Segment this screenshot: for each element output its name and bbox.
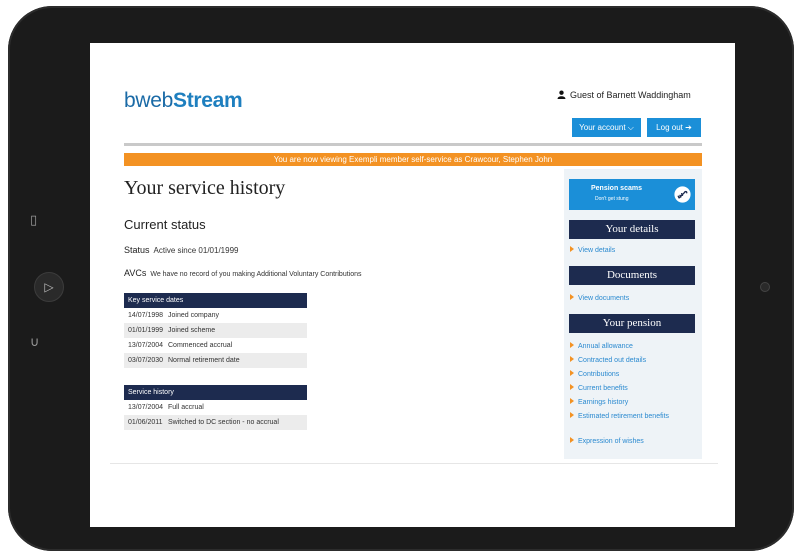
arrow-right-icon bbox=[570, 412, 574, 418]
view-details-label: View details bbox=[578, 247, 616, 254]
row-date: 13/07/2004 bbox=[128, 342, 164, 349]
view-documents-label: View documents bbox=[578, 295, 630, 302]
status-value: Active since 01/01/1999 bbox=[153, 246, 239, 255]
row-event: Joined scheme bbox=[168, 327, 216, 334]
contracted-out-link[interactable]: Contracted out details bbox=[570, 356, 646, 364]
log-out-label: Log out bbox=[656, 123, 683, 132]
page-title: Your service history bbox=[124, 177, 286, 199]
link-label: Contributions bbox=[578, 371, 620, 378]
link-label: Expression of wishes bbox=[578, 438, 644, 445]
content-divider bbox=[110, 463, 718, 464]
row-date: 14/07/1998 bbox=[128, 312, 164, 319]
your-details-heading: Your details bbox=[569, 220, 695, 239]
table-row: 01/01/1999 Joined scheme bbox=[124, 323, 307, 338]
row-date: 01/01/1999 bbox=[128, 327, 164, 334]
contributions-link[interactable]: Contributions bbox=[570, 370, 619, 378]
table-row: 01/06/2011 Switched to DC section - no ac… bbox=[124, 415, 307, 430]
back-icon: ∪ bbox=[30, 335, 40, 350]
sidebar: Pension scams Don't get stung Your detai… bbox=[564, 169, 702, 459]
logo-part2: Stream bbox=[173, 89, 243, 112]
phone-icon: ▯ bbox=[30, 213, 38, 228]
expression-of-wishes-link[interactable]: Expression of wishes bbox=[570, 437, 644, 445]
arrow-right-icon bbox=[570, 437, 574, 443]
row-date: 01/06/2011 bbox=[128, 419, 163, 426]
impersonation-banner: You are now viewing Exempli member self-… bbox=[124, 153, 702, 166]
row-date: 03/07/2030 bbox=[128, 357, 164, 364]
header-divider bbox=[124, 143, 702, 146]
key-service-dates-table: Key service dates 14/07/1998 Joined compa… bbox=[124, 293, 307, 368]
estimated-retirement-link[interactable]: Estimated retirement benefits bbox=[570, 412, 690, 421]
link-label: Contracted out details bbox=[578, 357, 647, 364]
home-button[interactable]: ▷ bbox=[34, 272, 64, 302]
link-label: Annual allowance bbox=[578, 343, 633, 350]
table-row: 03/07/2030 Normal retirement date bbox=[124, 353, 307, 368]
arrow-right-icon bbox=[570, 370, 574, 376]
table-header: Service history bbox=[124, 385, 307, 400]
table-row: 13/07/2004 Full accrual bbox=[124, 400, 307, 415]
pension-scams-button[interactable]: Pension scams Don't get stung bbox=[569, 179, 695, 210]
camera-icon bbox=[760, 282, 770, 292]
link-label: Earnings history bbox=[578, 399, 629, 406]
avcs-label: AVCs bbox=[124, 268, 147, 278]
guest-text: Guest of Barnett Waddingham bbox=[570, 90, 691, 100]
table-row: 13/07/2004 Commenced accrual bbox=[124, 338, 307, 353]
arrow-right-icon bbox=[570, 398, 574, 404]
guest-label: Guest of Barnett Waddingham bbox=[557, 90, 691, 100]
avcs-value: We have no record of you making Addition… bbox=[150, 271, 362, 278]
view-details-link[interactable]: View details bbox=[570, 246, 615, 254]
row-event: Full accrual bbox=[168, 404, 204, 411]
log-out-button[interactable]: Log out ➔ bbox=[647, 118, 701, 137]
link-label: Estimated retirement benefits bbox=[578, 413, 670, 420]
row-event: Switched to DC section - no accrual bbox=[168, 419, 279, 426]
status-line: Status Active since 01/01/1999 bbox=[124, 245, 238, 255]
table-row: 14/07/1998 Joined company bbox=[124, 308, 307, 323]
arrow-right-icon bbox=[570, 246, 574, 252]
status-label: Status bbox=[124, 245, 150, 255]
row-event: Normal retirement date bbox=[168, 357, 240, 364]
arrow-right-icon bbox=[570, 356, 574, 362]
service-history-table: Service history 13/07/2004 Full accrual 0… bbox=[124, 385, 307, 430]
avcs-line: AVCs We have no record of you making Addi… bbox=[124, 268, 362, 278]
row-date: 13/07/2004 bbox=[128, 404, 164, 411]
logo-part1: bweb bbox=[124, 89, 174, 112]
earnings-history-link[interactable]: Earnings history bbox=[570, 398, 628, 406]
current-benefits-link[interactable]: Current benefits bbox=[570, 384, 628, 392]
row-event: Joined company bbox=[168, 312, 219, 319]
current-status-heading: Current status bbox=[124, 217, 206, 232]
logout-icon: ➔ bbox=[685, 123, 692, 132]
documents-heading: Documents bbox=[569, 266, 695, 285]
chevron-down-icon: ⌵ bbox=[627, 123, 634, 132]
your-account-label: Your account bbox=[579, 123, 626, 132]
your-pension-heading: Your pension bbox=[569, 314, 695, 333]
scam-title: Pension scams bbox=[591, 185, 642, 192]
scam-subtitle: Don't get stung bbox=[595, 196, 629, 202]
table-header: Key service dates bbox=[124, 293, 307, 308]
row-event: Commenced accrual bbox=[168, 342, 233, 349]
your-account-button[interactable]: Your account ⌵ bbox=[572, 118, 641, 137]
tablet-frame: ▯ ▷ ∪ bwebStream Guest of Barnett Waddin… bbox=[8, 6, 794, 551]
link-label: Current benefits bbox=[578, 385, 628, 392]
arrow-right-icon bbox=[570, 342, 574, 348]
screen: bwebStream Guest of Barnett Waddingham Y… bbox=[90, 43, 735, 527]
annual-allowance-link[interactable]: Annual allowance bbox=[570, 342, 633, 350]
user-icon bbox=[557, 90, 566, 99]
bwebstream-logo[interactable]: bwebStream bbox=[124, 89, 243, 113]
arrow-right-icon bbox=[570, 384, 574, 390]
scorpion-icon bbox=[674, 186, 691, 203]
view-documents-link[interactable]: View documents bbox=[570, 294, 629, 302]
arrow-right-icon bbox=[570, 294, 574, 300]
